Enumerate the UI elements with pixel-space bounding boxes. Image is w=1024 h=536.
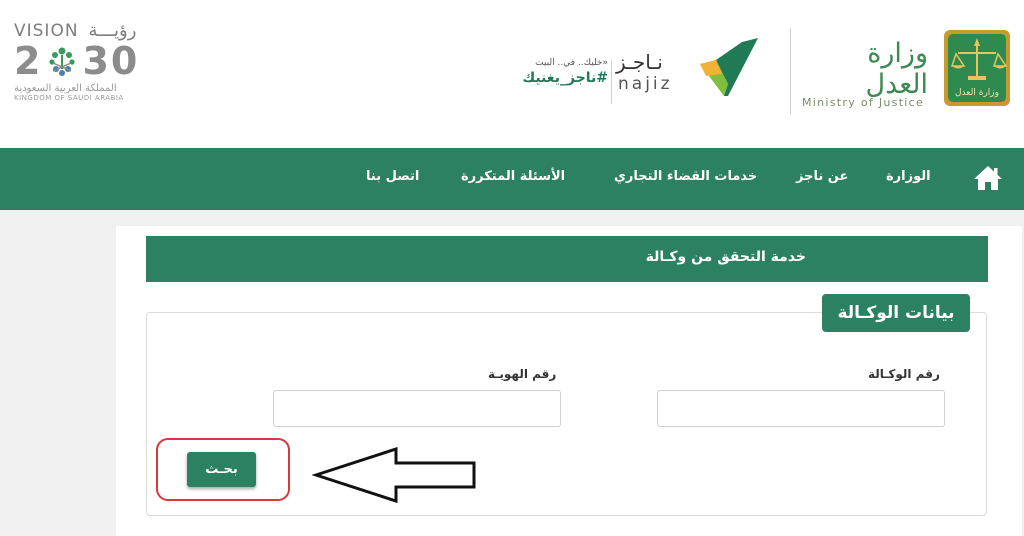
search-button[interactable]: بحـث xyxy=(187,452,256,487)
palm-swords-icon xyxy=(44,43,80,79)
nav-item-commercial-judiciary[interactable]: خدمات القضاء التجاري xyxy=(614,169,757,184)
slogan-small-text: «خليك.. في.. البيت xyxy=(535,58,608,68)
vision-year-right: 30 xyxy=(82,39,140,83)
id-number-input[interactable] xyxy=(273,390,561,427)
najiz-name-en: najiz xyxy=(618,74,673,94)
najiz-logo[interactable]: نـاجـز najiz xyxy=(616,38,766,104)
nav-item-contact-us[interactable]: اتصل بنا xyxy=(366,169,419,184)
home-icon[interactable] xyxy=(973,164,1003,192)
agency-number-label: رقم الوكـالة xyxy=(868,367,940,381)
vision-label: VISION xyxy=(14,21,79,41)
site-header: VISION رؤيـــة 2 30 المملكة العربية السع… xyxy=(0,0,1024,148)
justice-scales-emblem-icon: وزارة العدل xyxy=(944,30,1010,106)
kingdom-name-en: KINGDOM OF SAUDI ARABIA xyxy=(14,94,124,102)
najiz-check-icon xyxy=(700,38,758,96)
nav-item-faq[interactable]: الأسئلة المتكررة xyxy=(461,169,565,184)
header-divider xyxy=(611,60,612,104)
main-navbar: الوزارة عن ناجز خدمات القضاء التجاري الأ… xyxy=(0,148,1024,210)
vision-2030-logo: VISION رؤيـــة 2 30 المملكة العربية السع… xyxy=(14,20,164,125)
ministry-name-en: Ministry of Justice xyxy=(802,96,925,109)
vision-label-ar: رؤيـــة xyxy=(88,20,137,41)
header-divider-2 xyxy=(790,28,791,114)
stay-home-slogan: «خليك.. في.. البيت #ناجز_يغنيك xyxy=(508,58,608,86)
left-arrow-icon xyxy=(312,447,476,504)
nav-item-ministry[interactable]: الوزارة xyxy=(886,169,931,184)
id-number-label: رقم الهويـة xyxy=(488,367,557,381)
ministry-of-justice-logo[interactable]: وزارة العدل Ministry of Justice وزارة ال… xyxy=(796,24,1022,114)
najiz-name-ar: نـاجـز xyxy=(616,50,663,74)
nav-item-about-najiz[interactable]: عن ناجز xyxy=(796,169,848,184)
ministry-name-ar: وزارة العدل xyxy=(865,38,928,100)
service-title-bar: خدمة التحقق من وكـالة xyxy=(146,236,988,282)
kingdom-name-ar: المملكة العربية السعودية xyxy=(14,83,117,94)
emblem-text: وزارة العدل xyxy=(955,88,999,98)
vision-year-left: 2 xyxy=(14,39,43,83)
service-title: خدمة التحقق من وكـالة xyxy=(645,249,806,265)
slogan-hashtag: #ناجز_يغنيك xyxy=(522,70,608,86)
agency-data-legend: بيانات الوكـالة xyxy=(822,294,970,332)
agency-number-input[interactable] xyxy=(657,390,945,427)
